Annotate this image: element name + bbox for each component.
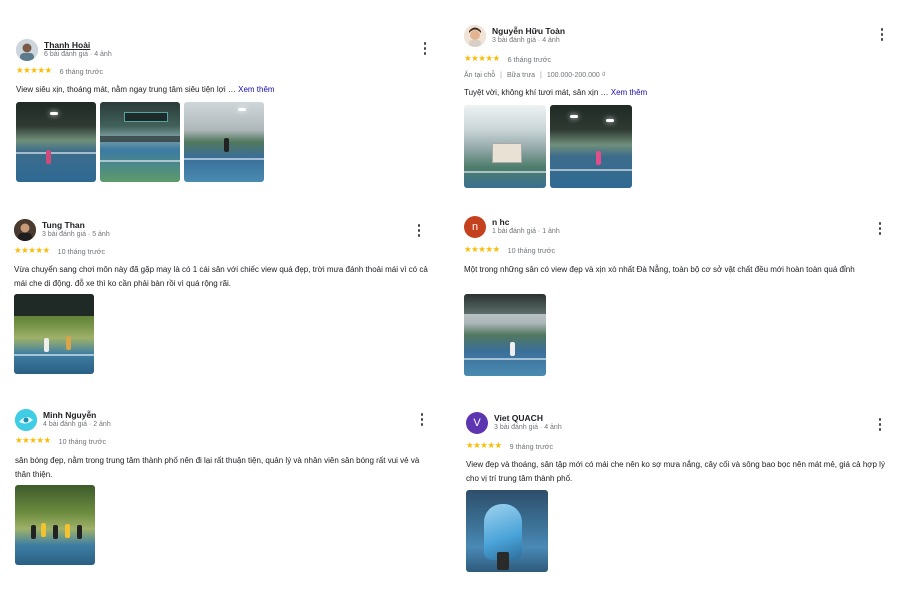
review-header: Nguyễn Hữu Toàn 3 bài đánh giá · 4 ảnh <box>464 25 889 49</box>
review-text: View siêu xịn, thoáng mát, nằm ngay trun… <box>16 83 416 97</box>
review-photo[interactable] <box>16 102 96 182</box>
more-options-icon[interactable] <box>878 418 882 431</box>
review-card: Minh Nguyễn 4 bài đánh giá · 2 ảnh ★★★★★… <box>15 409 435 565</box>
user-photo-icon <box>16 39 38 61</box>
review-text-body: View siêu xịn, thoáng mát, nằm ngay trun… <box>16 85 236 94</box>
tag-service: Ăn tại chỗ <box>464 72 496 79</box>
reviewer-meta: 1 bài đánh giá · 1 ảnh <box>492 228 560 235</box>
review-photo[interactable] <box>550 105 632 188</box>
review-header: Thanh Hoài 6 bài đánh giá · 4 ảnh <box>16 39 436 63</box>
review-photos <box>15 485 95 565</box>
review-header: Tung Than 3 bài đánh giá · 5 ảnh <box>14 219 434 243</box>
review-card: Tung Than 3 bài đánh giá · 5 ảnh ★★★★★ 1… <box>14 219 434 374</box>
more-options-icon[interactable] <box>423 42 427 55</box>
review-time: 6 tháng trước <box>59 66 104 76</box>
more-options-icon[interactable] <box>417 224 421 237</box>
review-card: n n hc 1 bài đánh giá · 1 ảnh ★★★★★ 10 t… <box>464 216 889 376</box>
review-time: 9 tháng trước <box>509 441 554 451</box>
reviewer-meta: 3 bài đánh giá · 5 ảnh <box>42 231 110 238</box>
review-header: Minh Nguyễn 4 bài đánh giá · 2 ảnh <box>15 409 435 433</box>
rating-row: ★★★★★ 10 tháng trước <box>464 245 555 255</box>
review-photo[interactable] <box>466 490 548 572</box>
user-photo-icon <box>464 25 486 47</box>
review-card: Thanh Hoài 6 bài đánh giá · 4 ảnh ★★★★★ … <box>16 39 436 182</box>
reviewer-name[interactable]: n hc <box>492 217 509 227</box>
review-text: Tuyệt vời, không khí tươi mát, sân xịn …… <box>464 86 874 100</box>
review-tags: Ăn tại chỗ | Bữa trưa | 100.000-200.000 ₫ <box>464 72 606 79</box>
reviewer-meta: 4 bài đánh giá · 2 ảnh <box>43 421 111 428</box>
review-photo[interactable] <box>184 102 264 182</box>
review-photo[interactable] <box>464 105 546 188</box>
tag-meal: Bữa trưa <box>506 72 536 79</box>
review-photos <box>464 294 546 376</box>
review-photo[interactable] <box>100 102 180 182</box>
review-photos <box>464 105 632 188</box>
review-text: Vừa chuyển sang chơi môn này đã gặp may … <box>14 265 428 288</box>
see-more-link[interactable]: Xem thêm <box>238 85 274 94</box>
reviewer-name[interactable]: Tung Than <box>42 220 85 230</box>
star-rating: ★★★★★ <box>15 436 51 446</box>
rating-row: ★★★★★ 6 tháng trước <box>16 66 103 76</box>
star-rating: ★★★★★ <box>464 245 500 255</box>
review-text-body: Tuyệt vời, không khí tươi mát, sân xịn … <box>464 88 609 97</box>
avatar[interactable] <box>16 39 38 61</box>
rating-row: ★★★★★ 6 tháng trước <box>464 54 551 64</box>
more-options-icon[interactable] <box>878 222 882 235</box>
review-header: V Viet QUACH 3 bài đánh giá · 4 ảnh <box>466 412 891 436</box>
reviewer-name[interactable]: Thanh Hoài <box>44 40 90 50</box>
review-photos <box>16 102 264 182</box>
avatar[interactable]: n <box>464 216 486 238</box>
reviewer-name[interactable]: Minh Nguyễn <box>43 410 96 420</box>
user-photo-icon <box>14 219 36 241</box>
review-time: 10 tháng trước <box>507 245 556 255</box>
star-rating: ★★★★★ <box>466 441 502 451</box>
more-options-icon[interactable] <box>420 413 424 426</box>
tag-price: 100.000-200.000 ₫ <box>546 72 606 79</box>
avatar-letter: n <box>471 221 479 233</box>
review-time: 6 tháng trước <box>507 54 552 64</box>
review-time: 10 tháng trước <box>58 436 107 446</box>
review-photo[interactable] <box>464 294 546 376</box>
review-text: View đẹp và thoáng, sân tập mới có mái c… <box>466 460 885 483</box>
rating-row: ★★★★★ 10 tháng trước <box>14 246 105 256</box>
star-rating: ★★★★★ <box>464 54 500 64</box>
review-text: sân bóng đẹp, nằm trong trung tâm thành … <box>15 456 420 479</box>
see-more-link[interactable]: Xem thêm <box>611 88 647 97</box>
review-photo[interactable] <box>15 485 95 565</box>
reviewer-meta: 3 bài đánh giá · 4 ảnh <box>494 424 562 431</box>
review-card: V Viet QUACH 3 bài đánh giá · 4 ảnh ★★★★… <box>466 412 891 572</box>
star-rating: ★★★★★ <box>14 246 50 256</box>
avatar[interactable]: V <box>466 412 488 434</box>
avatar-letter: V <box>473 417 481 429</box>
review-card: Nguyễn Hữu Toàn 3 bài đánh giá · 4 ảnh ★… <box>464 25 889 188</box>
avatar[interactable] <box>14 219 36 241</box>
review-text: Một trong những sân có view đẹp và xịn x… <box>464 265 855 274</box>
user-photo-icon <box>15 409 37 431</box>
avatar[interactable] <box>15 409 37 431</box>
star-rating: ★★★★★ <box>16 66 52 76</box>
rating-row: ★★★★★ 10 tháng trước <box>15 436 106 446</box>
review-time: 10 tháng trước <box>57 246 106 256</box>
reviewer-meta: 3 bài đánh giá · 4 ảnh <box>492 37 560 44</box>
reviewer-name[interactable]: Nguyễn Hữu Toàn <box>492 26 565 36</box>
review-photos <box>466 490 548 572</box>
rating-row: ★★★★★ 9 tháng trước <box>466 441 553 451</box>
review-photo[interactable] <box>14 294 94 374</box>
avatar[interactable] <box>464 25 486 47</box>
more-options-icon[interactable] <box>880 28 884 41</box>
reviewer-meta: 6 bài đánh giá · 4 ảnh <box>44 51 112 58</box>
reviewer-name[interactable]: Viet QUACH <box>494 413 543 423</box>
review-photos <box>14 294 94 374</box>
review-header: n n hc 1 bài đánh giá · 1 ảnh <box>464 216 889 240</box>
